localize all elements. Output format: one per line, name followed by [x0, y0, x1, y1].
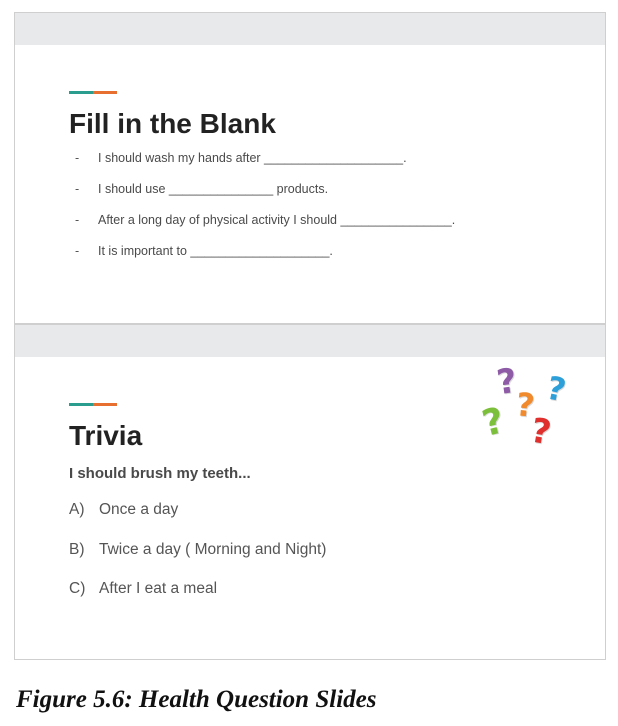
figure-caption: Figure 5.6: Health Question Slides — [16, 686, 377, 713]
fill-in-blank-slide: Fill in the Blank - I should wash my han… — [14, 12, 606, 324]
list-item: - I should use _______________ products. — [75, 182, 455, 213]
option-letter: B) — [69, 540, 85, 558]
answer-option: A) Once a day — [69, 501, 326, 541]
list-item-text: I should wash my hands after ___________… — [98, 151, 407, 165]
option-letter: A) — [69, 501, 85, 518]
bullet-dash: - — [75, 244, 80, 258]
option-text: Once a day — [99, 501, 179, 518]
bullet-dash: - — [75, 213, 80, 227]
list-item-text: I should use _______________ products. — [98, 182, 329, 196]
blank-list: - I should wash my hands after _________… — [75, 151, 455, 275]
question-marks-icon: ? ? ? ? ? — [478, 360, 583, 457]
slide-header-bar — [15, 325, 605, 357]
question-mark-purple-icon: ? — [494, 360, 520, 404]
list-item: - It is important to ___________________… — [75, 244, 455, 275]
question-mark-red-icon: ? — [527, 410, 555, 454]
bullet-dash: - — [75, 151, 80, 165]
slide-header-bar — [15, 13, 605, 45]
option-letter: C) — [69, 580, 86, 597]
question-mark-blue-icon: ? — [543, 368, 570, 410]
accent-teal — [69, 403, 93, 406]
list-item-text: After a long day of physical activity I … — [98, 213, 456, 227]
list-item: - I should wash my hands after _________… — [75, 151, 455, 182]
option-text: After I eat a meal — [99, 580, 218, 597]
answer-option: C) After I eat a meal — [69, 580, 326, 620]
question-mark-green-icon: ? — [478, 400, 509, 445]
trivia-slide: Trivia I should brush my teeth... A) Onc… — [14, 324, 606, 660]
list-item-text: It is important to ____________________. — [98, 244, 333, 258]
answer-option: B) Twice a day ( Morning and Night) — [69, 541, 326, 581]
title-accent-line — [69, 403, 117, 406]
option-text: Twice a day ( Morning and Night) — [99, 540, 327, 558]
list-item: - After a long day of physical activity … — [75, 213, 455, 244]
accent-orange — [93, 91, 117, 94]
slide-title: Fill in the Blank — [69, 108, 276, 139]
accent-teal — [69, 91, 93, 94]
answer-options: A) Once a day B) Twice a day ( Morning a… — [69, 501, 326, 620]
accent-orange — [93, 403, 117, 406]
title-accent-line — [69, 91, 117, 94]
trivia-question: I should brush my teeth... — [69, 465, 251, 482]
slide-title: Trivia — [69, 420, 143, 451]
bullet-dash: - — [75, 182, 80, 196]
